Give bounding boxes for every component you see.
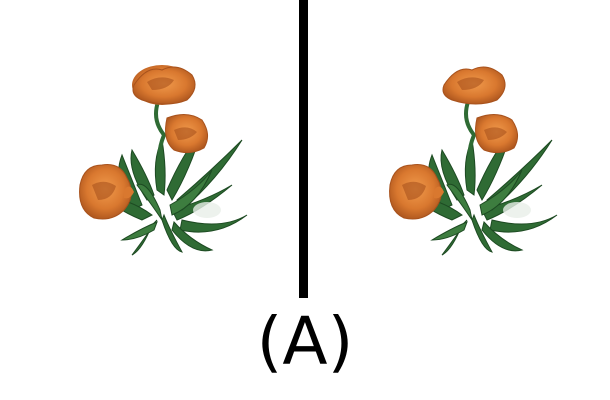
image-canvas: (A) — [0, 0, 610, 400]
right-flower-plant — [389, 66, 558, 256]
flower-middle — [165, 114, 208, 154]
left-flower-plant — [79, 65, 248, 256]
flower-middle — [475, 114, 518, 154]
caption-label: (A) — [256, 303, 354, 380]
vertical-divider — [299, 0, 308, 298]
